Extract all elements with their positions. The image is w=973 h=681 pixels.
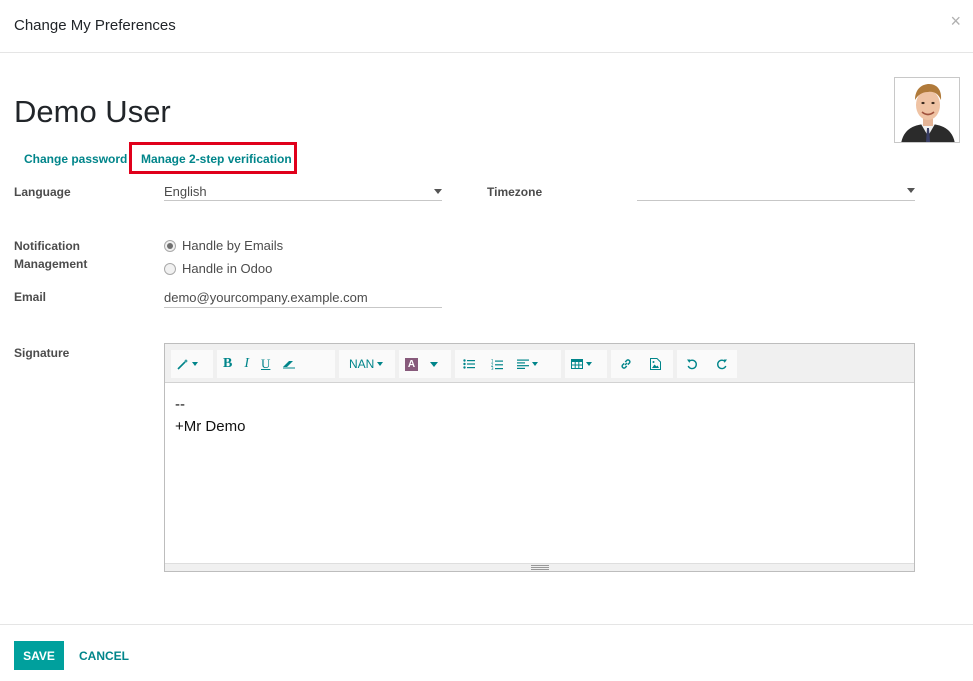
notification-label: Notification Management bbox=[14, 237, 87, 273]
table-group bbox=[565, 350, 607, 378]
undo-icon[interactable] bbox=[677, 350, 707, 378]
radio-label: Handle in Odoo bbox=[182, 261, 273, 276]
radio-handle-by-emails[interactable]: Handle by Emails bbox=[164, 238, 283, 253]
insert-group bbox=[611, 350, 673, 378]
underline-icon[interactable]: U bbox=[255, 350, 276, 378]
redo-icon[interactable] bbox=[707, 350, 737, 378]
notification-label-line1: Notification bbox=[14, 239, 80, 253]
email-field[interactable]: demo@yourcompany.example.com bbox=[164, 290, 368, 305]
dialog-footer: SAVE CANCEL bbox=[0, 624, 973, 681]
svg-text:3: 3 bbox=[491, 366, 494, 370]
timezone-label: Timezone bbox=[487, 185, 543, 199]
user-name-title: Demo User bbox=[14, 94, 171, 129]
highlight-frame bbox=[129, 142, 297, 174]
language-select[interactable]: English bbox=[164, 184, 207, 199]
magic-wand-icon[interactable] bbox=[171, 350, 204, 378]
text-color-icon[interactable]: A bbox=[399, 350, 424, 378]
close-icon[interactable]: × bbox=[950, 12, 961, 30]
italic-icon[interactable]: I bbox=[238, 350, 255, 378]
chevron-down-icon[interactable] bbox=[907, 188, 915, 193]
save-button[interactable]: SAVE bbox=[14, 641, 64, 670]
signature-editor[interactable]: B I U NAN A 1 2 3 -- +Mr Demo bbox=[164, 343, 915, 572]
language-label: Language bbox=[14, 185, 71, 199]
notification-label-line2: Management bbox=[14, 257, 88, 271]
chevron-down-icon[interactable] bbox=[434, 189, 442, 194]
email-label: Email bbox=[14, 290, 47, 304]
user-photo-icon bbox=[895, 78, 959, 142]
timezone-underline bbox=[637, 200, 915, 201]
history-group bbox=[677, 350, 737, 378]
font-size-group: NAN bbox=[339, 350, 395, 378]
radio-handle-in-odoo[interactable]: Handle in Odoo bbox=[164, 261, 272, 276]
font-group: B I U bbox=[217, 350, 335, 378]
radio-unchecked-icon[interactable] bbox=[164, 262, 176, 275]
table-icon[interactable] bbox=[565, 350, 598, 378]
editor-resize-handle[interactable] bbox=[165, 563, 914, 571]
signature-line: -- bbox=[175, 396, 185, 413]
list-group: 123 bbox=[455, 350, 561, 378]
font-size-dropdown[interactable]: NAN bbox=[339, 350, 389, 378]
cancel-button[interactable]: CANCEL bbox=[79, 649, 129, 663]
dialog-title: Change My Preferences bbox=[14, 17, 176, 34]
radio-checked-icon[interactable] bbox=[164, 239, 176, 252]
avatar[interactable] bbox=[894, 77, 960, 143]
font-size-label: NAN bbox=[349, 357, 375, 371]
grip-icon bbox=[531, 565, 549, 570]
chevron-down-icon[interactable] bbox=[424, 350, 444, 378]
editor-toolbar: B I U NAN A 1 2 3 bbox=[165, 344, 914, 383]
radio-label: Handle by Emails bbox=[182, 238, 284, 253]
dialog-header: Change My Preferences × bbox=[0, 0, 973, 53]
bold-icon[interactable]: B bbox=[217, 350, 238, 378]
numbered-list-icon[interactable]: 123 bbox=[483, 350, 511, 378]
signature-line: +Mr Demo bbox=[175, 418, 246, 435]
language-underline bbox=[164, 200, 442, 201]
align-icon[interactable] bbox=[511, 350, 544, 378]
color-group: A bbox=[399, 350, 451, 378]
signature-label: Signature bbox=[14, 346, 70, 360]
email-underline bbox=[164, 307, 442, 308]
eraser-icon[interactable] bbox=[276, 350, 302, 378]
image-icon[interactable] bbox=[641, 350, 670, 378]
signature-content[interactable]: -- +Mr Demo bbox=[175, 394, 245, 438]
change-password-button[interactable]: Change password bbox=[24, 152, 127, 166]
link-icon[interactable] bbox=[611, 350, 641, 378]
style-group bbox=[171, 350, 213, 378]
bullet-list-icon[interactable] bbox=[455, 350, 483, 378]
